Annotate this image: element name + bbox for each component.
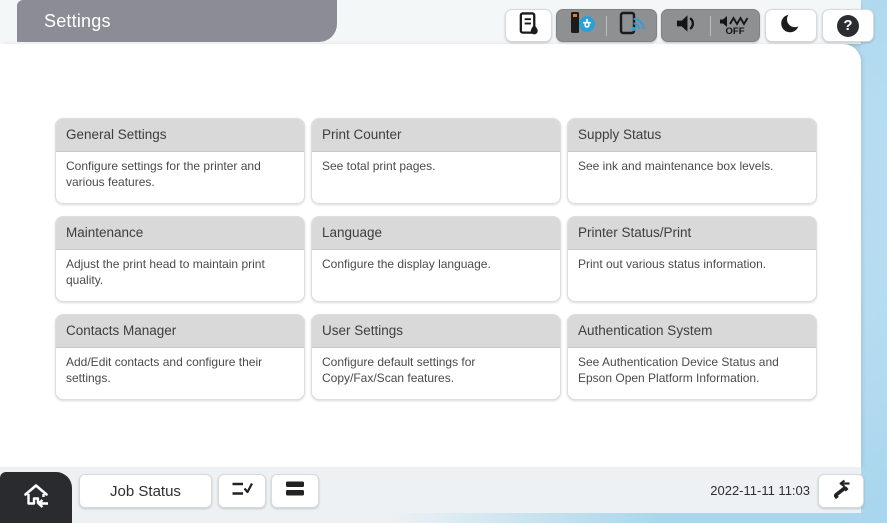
- ink-paper-status-button[interactable]: [505, 9, 552, 42]
- tile-title: Authentication System: [568, 315, 816, 348]
- tile-title: Print Counter: [312, 119, 560, 152]
- help-button[interactable]: ?: [822, 9, 874, 42]
- job-status-label: Job Status: [110, 483, 181, 500]
- tile-description: See total print pages.: [312, 152, 560, 175]
- tile-description: Adjust the print head to maintain print …: [56, 250, 304, 289]
- datetime-display: 2022-11-11 11:03: [640, 474, 810, 508]
- job-confirm-button[interactable]: [218, 474, 266, 508]
- smartphone-wifi-icon: [617, 10, 647, 41]
- tile-title: Printer Status/Print: [568, 217, 816, 250]
- wifi-direct-status-button[interactable]: [607, 10, 656, 41]
- paper-tray-button[interactable]: [271, 474, 319, 508]
- tile-print-counter[interactable]: Print Counter See total print pages.: [311, 118, 561, 204]
- speaker-icon: [674, 13, 699, 39]
- tile-title: General Settings: [56, 119, 304, 152]
- tile-general-settings[interactable]: General Settings Configure settings for …: [55, 118, 305, 204]
- settings-menu-grid: General Settings Configure settings for …: [55, 118, 817, 400]
- network-status-group: [556, 9, 657, 42]
- tile-title: Contacts Manager: [56, 315, 304, 348]
- printer-settings-screen: { "header": { "title": "Settings", "help…: [0, 0, 887, 523]
- printer-connection-status-button[interactable]: [557, 10, 606, 41]
- clipboard-droplet-icon: [517, 11, 540, 41]
- page-title: Settings: [17, 0, 337, 42]
- tile-description: Configure the display language.: [312, 250, 560, 273]
- quiet-mode-off-icon: OFF: [718, 15, 752, 37]
- quiet-off-label: OFF: [726, 27, 745, 37]
- tile-user-settings[interactable]: User Settings Configure default settings…: [311, 314, 561, 400]
- job-status-button[interactable]: Job Status: [79, 474, 212, 508]
- paper-tray-icon: [284, 480, 306, 502]
- tile-description: See Authentication Device Status and Eps…: [568, 348, 816, 387]
- tile-title: Language: [312, 217, 560, 250]
- tile-title: Supply Status: [568, 119, 816, 152]
- sound-group: OFF: [661, 9, 760, 42]
- sleep-button[interactable]: [765, 9, 817, 42]
- tile-description: See ink and maintenance box levels.: [568, 152, 816, 175]
- tile-language[interactable]: Language Configure the display language.: [311, 216, 561, 302]
- tile-printer-status-print[interactable]: Printer Status/Print Print out various s…: [567, 216, 817, 302]
- home-button[interactable]: [0, 472, 72, 523]
- fax-receive-button[interactable]: [818, 474, 864, 508]
- tile-maintenance[interactable]: Maintenance Adjust the print head to mai…: [55, 216, 305, 302]
- tile-supply-status[interactable]: Supply Status See ink and maintenance bo…: [567, 118, 817, 204]
- tile-description: Configure settings for the printer and v…: [56, 152, 304, 191]
- tile-description: Print out various status information.: [568, 250, 816, 273]
- home-back-icon: [21, 482, 51, 514]
- question-icon: ?: [837, 15, 859, 37]
- tile-description: Add/Edit contacts and configure their se…: [56, 348, 304, 387]
- quiet-mode-button[interactable]: OFF: [711, 10, 759, 41]
- tile-description: Configure default settings for Copy/Fax/…: [312, 348, 560, 387]
- printer-connection-icon: [567, 10, 597, 41]
- tile-title: Maintenance: [56, 217, 304, 250]
- moon-icon: [779, 11, 803, 40]
- sound-button[interactable]: [662, 10, 710, 41]
- phone-receive-icon: [829, 478, 853, 505]
- tile-authentication-system[interactable]: Authentication System See Authentication…: [567, 314, 817, 400]
- tile-contacts-manager[interactable]: Contacts Manager Add/Edit contacts and c…: [55, 314, 305, 400]
- tile-title: User Settings: [312, 315, 560, 348]
- job-check-icon: [230, 479, 254, 503]
